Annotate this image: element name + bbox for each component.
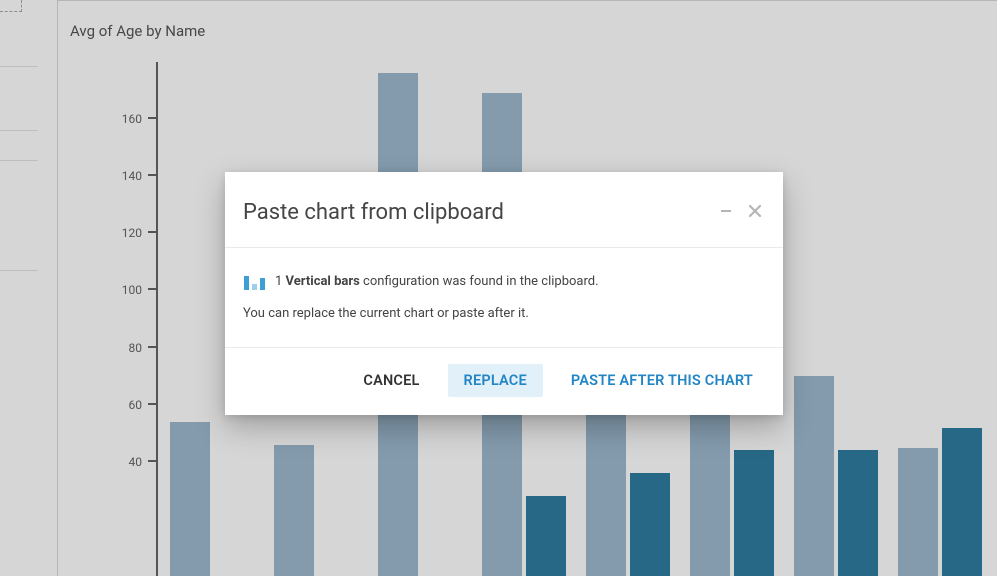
vertical-bars-icon	[243, 272, 267, 290]
close-icon[interactable]	[749, 205, 761, 220]
clipboard-info-text: 1 Vertical bars configuration was found …	[275, 274, 599, 289]
paste-chart-modal: Paste chart from clipboard 1 Vertical ba…	[225, 172, 783, 415]
modal-header: Paste chart from clipboard	[225, 172, 783, 248]
minimize-icon[interactable]	[721, 210, 731, 212]
modal-footer: CANCEL REPLACE PASTE AFTER THIS CHART	[225, 348, 783, 415]
modal-body: 1 Vertical bars configuration was found …	[225, 248, 783, 348]
found-count: 1	[275, 274, 282, 289]
modal-instruction: You can replace the current chart or pas…	[243, 306, 765, 321]
modal-header-icons	[721, 205, 761, 220]
cancel-button[interactable]: CANCEL	[353, 364, 429, 397]
clipboard-info-row: 1 Vertical bars configuration was found …	[243, 272, 765, 290]
paste-after-button[interactable]: PASTE AFTER THIS CHART	[561, 364, 763, 397]
found-type: Vertical bars	[286, 274, 360, 289]
found-suffix: configuration was found in the clipboard…	[363, 274, 599, 289]
replace-button[interactable]: REPLACE	[448, 364, 543, 397]
modal-title: Paste chart from clipboard	[243, 200, 721, 225]
app-root: Avg of Age by Name 40 60 80 100 120 140 …	[0, 0, 997, 576]
